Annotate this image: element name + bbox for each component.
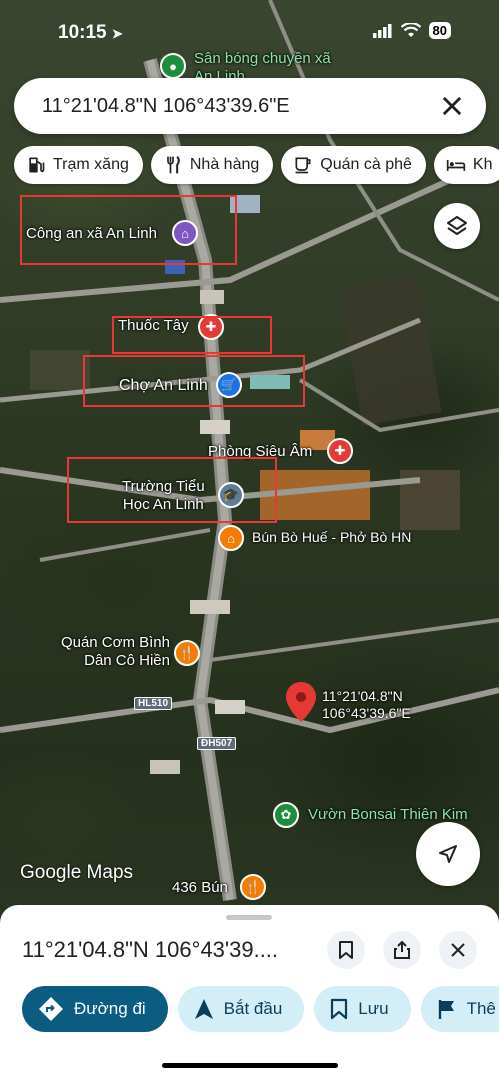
place-rice[interactable]: Quán Cơm Bình Dân Cô Hiền xyxy=(52,634,170,670)
navigate-icon xyxy=(194,999,213,1019)
cellular-signal-icon xyxy=(372,23,392,38)
place-bottom-sheet[interactable]: 11°21'04.8"N 106°43'39.... Đường đi Bắt … xyxy=(0,905,499,1080)
layers-icon xyxy=(447,216,467,235)
navigation-arrow-icon xyxy=(439,845,457,863)
share-icon xyxy=(394,940,410,959)
sheet-drag-handle[interactable] xyxy=(226,915,272,920)
close-icon[interactable] xyxy=(438,92,466,120)
chip-hotel[interactable]: Kh xyxy=(433,146,499,184)
highlight-school xyxy=(67,457,277,523)
close-sheet-button[interactable] xyxy=(439,931,477,969)
action-buttons: Đường đi Bắt đầu Lưu Thê xyxy=(22,986,499,1032)
gas-station-icon xyxy=(29,157,45,173)
directions-button[interactable]: Đường đi xyxy=(22,986,168,1032)
hotel-icon xyxy=(446,160,466,171)
highlight-police xyxy=(20,195,237,265)
status-bar: 10:15 ➤ 80 xyxy=(0,0,499,64)
road-label-hl510: HL510 xyxy=(134,697,173,710)
noodle-pin-icon[interactable]: ⌂ xyxy=(218,525,244,551)
battery-indicator: 80 xyxy=(428,22,451,39)
coffee-icon xyxy=(295,157,311,174)
clinic-pin-icon[interactable]: ✚ xyxy=(327,438,353,464)
save-bookmark-button[interactable] xyxy=(327,931,365,969)
dropped-pin-icon[interactable] xyxy=(286,682,316,724)
location-arrow-icon: ➤ xyxy=(111,26,123,41)
bonsai-flower-icon[interactable]: ✿ xyxy=(273,802,299,828)
home-indicator[interactable] xyxy=(162,1063,338,1068)
share-button[interactable] xyxy=(383,931,421,969)
directions-icon xyxy=(39,997,63,1021)
chip-gas-station[interactable]: Trạm xăng xyxy=(14,146,143,184)
status-icons: 80 xyxy=(372,22,451,39)
rice-fork-knife-icon[interactable]: 🍴 xyxy=(174,640,200,666)
restaurant-icon xyxy=(167,155,180,174)
search-query[interactable]: 11°21'04.8"N 106°43'39.6"E xyxy=(42,95,290,118)
my-location-button[interactable] xyxy=(416,822,480,886)
status-time: 10:15 ➤ xyxy=(58,22,123,43)
bun436-fork-knife-icon[interactable]: 🍴 xyxy=(240,874,266,900)
save-button[interactable]: Lưu xyxy=(314,986,411,1032)
category-chips: Trạm xăng Nhà hàng Quán cà phê Kh xyxy=(14,146,499,184)
highlight-pharmacy xyxy=(112,316,272,354)
layers-button[interactable] xyxy=(434,203,480,249)
chip-coffee[interactable]: Quán cà phê xyxy=(281,146,426,184)
bookmark-icon xyxy=(331,998,348,1020)
chip-restaurant[interactable]: Nhà hàng xyxy=(150,146,274,184)
road-label-dh507: ĐH507 xyxy=(197,737,237,750)
google-maps-attribution: Google Maps xyxy=(20,862,134,883)
place-title: 11°21'04.8"N 106°43'39.... xyxy=(22,937,279,962)
bookmark-icon xyxy=(339,941,353,959)
close-icon xyxy=(451,943,465,957)
place-noodle[interactable]: Bún Bò Huế - Phở Bò HN xyxy=(252,529,411,546)
dropped-pin-label: 11°21'04.8"N 106°43'39.6"E xyxy=(322,688,411,721)
start-navigation-button[interactable]: Bắt đầu xyxy=(177,986,305,1032)
search-bar[interactable]: 11°21'04.8"N 106°43'39.6"E xyxy=(14,78,486,134)
flag-icon xyxy=(438,1000,454,1019)
place-bun436[interactable]: 436 Bún xyxy=(172,879,228,897)
wifi-icon xyxy=(400,23,421,37)
add-label-button[interactable]: Thê xyxy=(420,986,499,1032)
highlight-market xyxy=(83,355,305,407)
